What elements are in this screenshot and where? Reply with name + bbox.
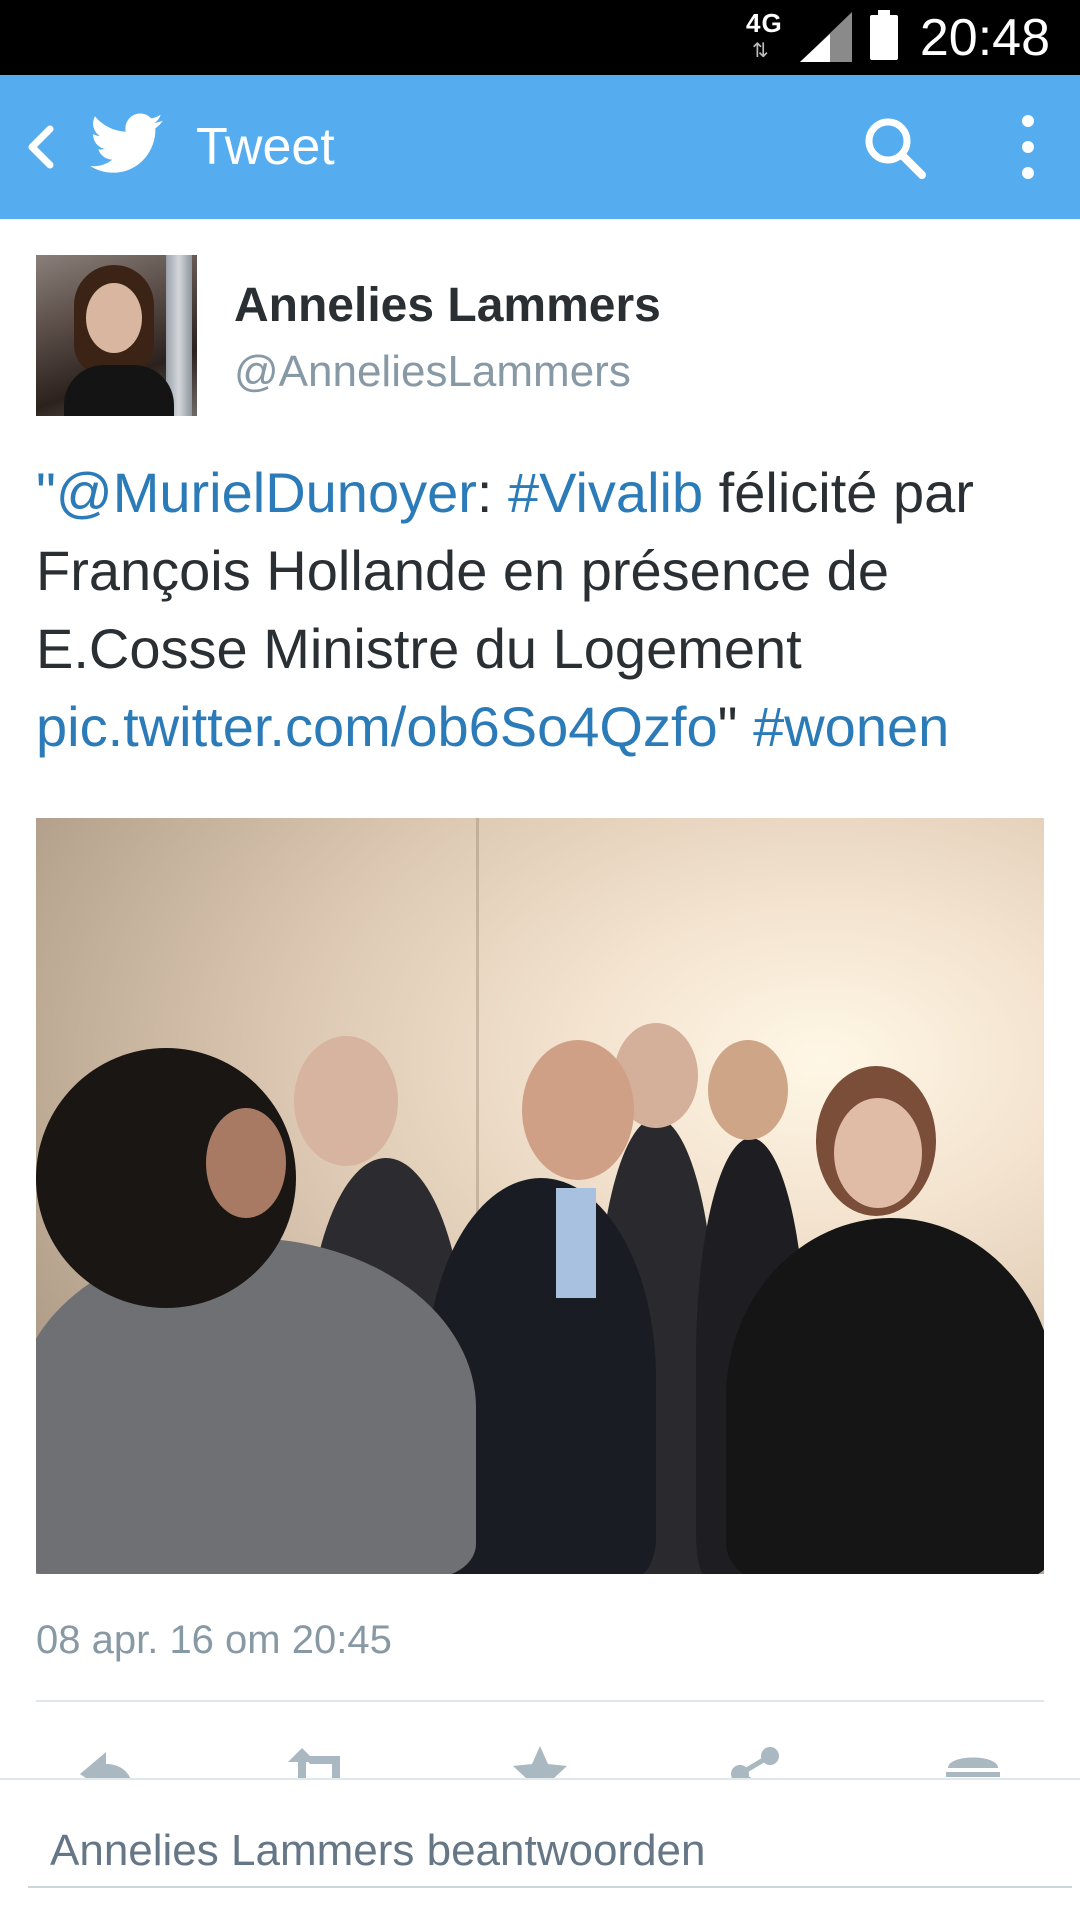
quote-open: "	[36, 461, 56, 524]
tweet-photo[interactable]	[36, 818, 1044, 1574]
quote-close: "	[717, 695, 754, 758]
back-icon[interactable]	[20, 119, 60, 175]
hashtag-link[interactable]: #wonen	[753, 695, 949, 758]
text-colon: :	[476, 461, 508, 524]
tweet-timestamp: 08 apr. 16 om 20:45	[36, 1618, 392, 1662]
network-type: 4G	[746, 8, 783, 38]
twitter-bird-icon[interactable]	[90, 111, 164, 177]
avatar[interactable]	[36, 255, 197, 416]
app-bar: Tweet	[0, 75, 1080, 219]
signal-icon	[800, 12, 852, 62]
action-bar	[0, 1740, 1080, 1780]
data-activity-icon: ⇅	[752, 40, 769, 62]
favorite-icon[interactable]	[505, 1744, 575, 1780]
divider	[36, 1700, 1044, 1702]
clock: 20:48	[919, 9, 1050, 67]
pic-link[interactable]: pic.twitter.com/ob6So4Qzfo	[36, 695, 718, 758]
status-bar: 4G ⇅ 20:48	[0, 0, 1080, 75]
search-icon[interactable]	[862, 115, 928, 181]
retweet-icon[interactable]	[284, 1744, 354, 1780]
more-vert-icon[interactable]	[1010, 111, 1046, 183]
hashtag-link[interactable]: #Vivalib	[508, 461, 703, 524]
share-icon[interactable]	[720, 1744, 790, 1780]
reply-icon[interactable]	[70, 1744, 140, 1780]
mention-link[interactable]: @MurielDunoyer	[56, 461, 477, 524]
reply-bar	[0, 1778, 1080, 1922]
author-handle[interactable]: @AnneliesLammers	[234, 344, 631, 400]
author-name[interactable]: Annelies Lammers	[234, 276, 661, 336]
tweet-text: "@MurielDunoyer: #Vivalib félicité par F…	[36, 454, 1046, 766]
reply-input[interactable]	[28, 1816, 1072, 1888]
page-title: Tweet	[196, 118, 335, 176]
more-actions-icon[interactable]	[938, 1744, 1008, 1780]
battery-icon	[870, 10, 898, 60]
